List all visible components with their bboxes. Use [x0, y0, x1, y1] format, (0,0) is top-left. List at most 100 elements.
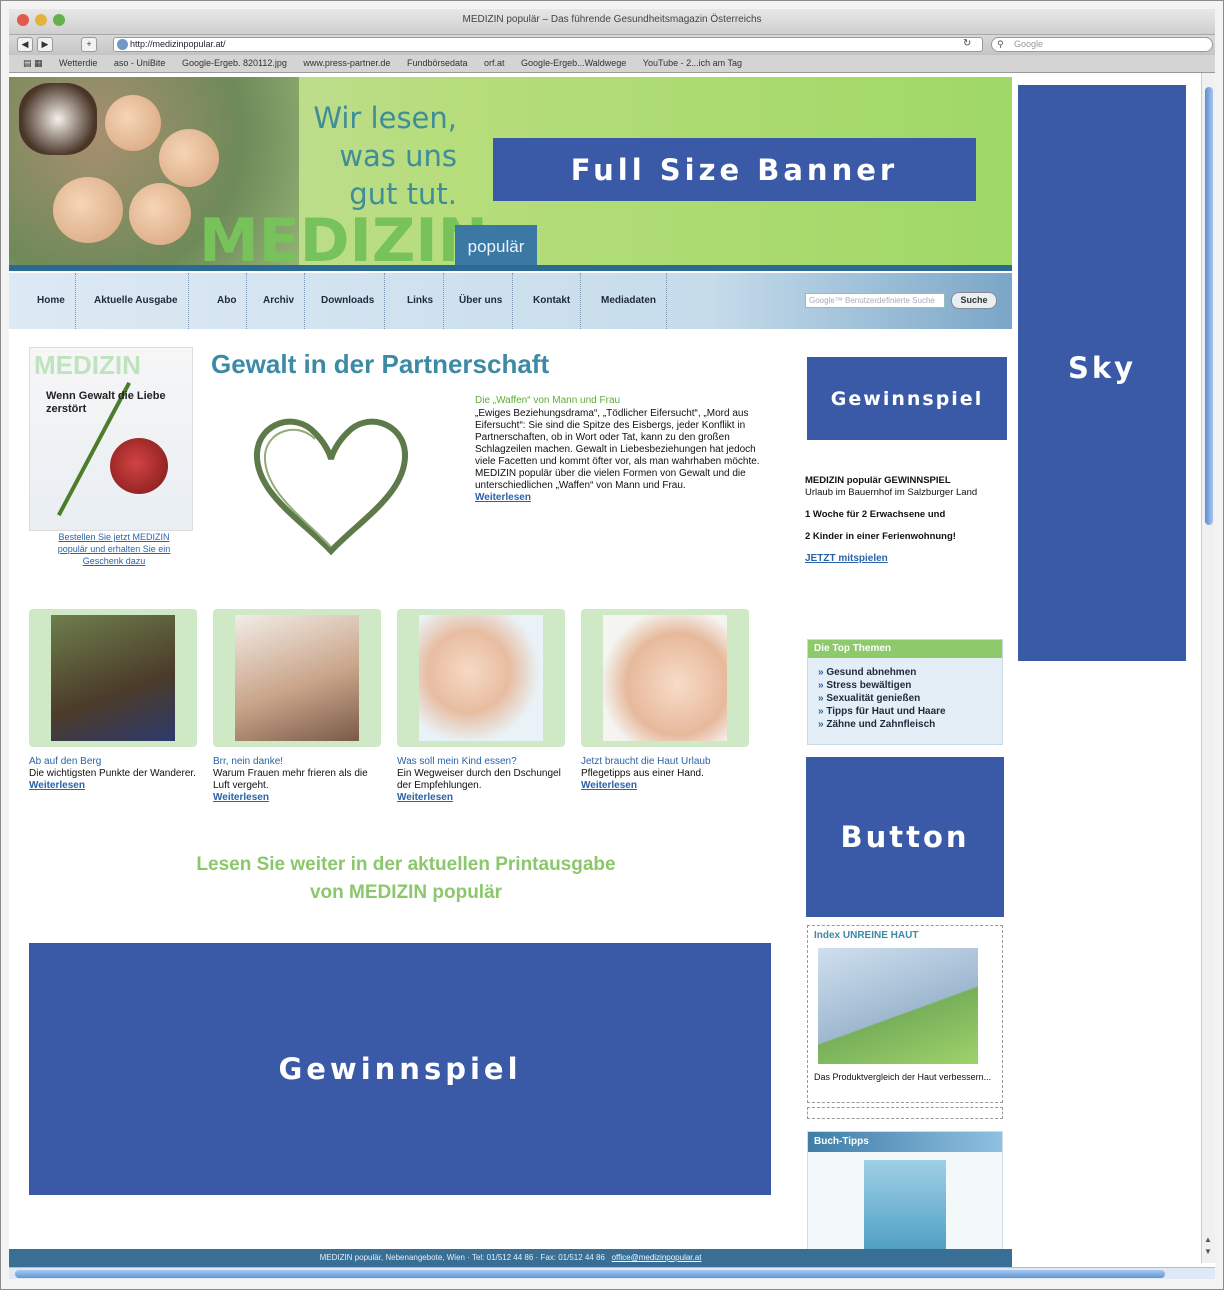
magazine-headline: Wenn Gewalt die Liebe zerstört — [46, 390, 166, 415]
book-tips-box: Buch-Tipps — [807, 1131, 1003, 1252]
skin-product-image — [818, 948, 978, 1064]
bookmark-item[interactable]: Wetterdie — [59, 55, 97, 72]
freezing-woman-image[interactable] — [213, 609, 381, 747]
bookmark-item[interactable]: Google-Ergeb. 820112.jpg — [182, 55, 287, 72]
teaser-more-link[interactable]: Weiterlesen — [213, 792, 381, 803]
search-icon: ⚲ — [997, 39, 1004, 49]
skin-index-heading: Index UNREINE HAUT — [814, 930, 919, 941]
browser-window: MEDIZIN populär – Das führende Gesundhei… — [0, 0, 1224, 1290]
slogan-line: Wir lesen, — [313, 101, 457, 135]
theme-link[interactable]: Tipps für Haut und Haare — [818, 705, 994, 718]
baby-eating-image[interactable] — [397, 609, 565, 747]
teaser-more-link[interactable]: Weiterlesen — [29, 780, 197, 791]
nav-subscription[interactable]: Abo — [207, 273, 248, 329]
page-viewport: Wir lesen, was uns gut tut. MEDIZIN popu… — [9, 73, 1215, 1279]
site-logo[interactable]: MEDIZIN — [199, 209, 488, 269]
book-cover-image[interactable] — [864, 1160, 946, 1252]
button-ad[interactable]: Button — [806, 757, 1004, 917]
footer-email-link[interactable]: office@medizinpopular.at — [612, 1253, 702, 1262]
contest-text: 2 Kinder in einer Ferienwohnung! — [805, 531, 956, 542]
nav-downloads[interactable]: Downloads — [311, 273, 386, 329]
teaser-text: Die wichtigsten Punkte der Wanderer. — [29, 768, 196, 779]
vertical-scrollbar[interactable]: ▲ ▼ — [1201, 73, 1215, 1263]
nav-archive[interactable]: Archiv — [253, 273, 306, 329]
header-slogan: Wir lesen, was uns gut tut. — [267, 99, 457, 213]
teaser-title[interactable]: Jetzt braucht die Haut Urlaub — [581, 755, 749, 768]
article-body: „Ewiges Beziehungsdrama“, „Tödlicher Eif… — [475, 408, 761, 504]
teaser-card[interactable]: Brr, nein danke! Warum Frauen mehr frier… — [213, 609, 381, 803]
nav-current-issue[interactable]: Aktuelle Ausgabe — [84, 273, 189, 329]
bookmark-item[interactable]: Fundbörsedata — [407, 55, 468, 72]
browser-search-input[interactable]: ⚲ Google — [991, 37, 1213, 52]
article-title[interactable]: Gewalt in der Partnerschaft — [211, 349, 549, 380]
hiking-boot-image[interactable] — [29, 609, 197, 747]
scroll-down-icon[interactable]: ▼ — [1204, 1247, 1212, 1256]
teaser-title[interactable]: Ab auf den Berg — [29, 755, 197, 768]
horizontal-scrollbar[interactable] — [9, 1267, 1215, 1279]
gewinnspiel-small-ad[interactable]: Gewinnspiel — [807, 357, 1007, 440]
reload-icon[interactable]: ↻ — [963, 38, 971, 49]
site-search-button[interactable]: Suche — [951, 292, 997, 309]
nav-home[interactable]: Home — [27, 273, 76, 329]
contest-text: 1 Woche für 2 Erwachsene und — [805, 509, 946, 520]
contest-box: MEDIZIN populär GEWINNSPIEL Urlaub im Bau… — [805, 475, 1003, 575]
magazine-cover[interactable]: MEDIZIN Wenn Gewalt die Liebe zerstört — [29, 347, 193, 531]
magazine-title: MEDIZIN — [34, 350, 141, 380]
nav-about[interactable]: Über uns — [449, 273, 514, 329]
teaser-more-link[interactable]: Weiterlesen — [581, 780, 749, 791]
print-edition-note: Lesen Sie weiter in der aktuellen Printa… — [119, 851, 693, 907]
teaser-card[interactable]: Jetzt braucht die Haut Urlaub Pflegetipp… — [581, 609, 749, 791]
skin-index-box[interactable]: Index UNREINE HAUT Das Produktvergleich … — [807, 925, 1003, 1103]
bookmarks-icon[interactable]: ▤ ▦ — [23, 55, 43, 72]
bookmark-item[interactable]: YouTube - 2...ich am Tag — [643, 55, 742, 72]
dog-image — [19, 83, 97, 155]
face-image — [159, 129, 219, 187]
teaser-title[interactable]: Was soll mein Kind essen? — [397, 755, 565, 768]
site-icon — [117, 39, 128, 50]
back-button[interactable]: ◀ — [17, 37, 33, 52]
scrollbar-thumb[interactable] — [1205, 87, 1213, 525]
theme-link[interactable]: Gesund abnehmen — [818, 666, 994, 679]
add-bookmark-button[interactable]: + — [81, 37, 97, 52]
address-bar[interactable]: http://medizinpopular.at/ — [113, 37, 983, 52]
site-logo-sub: populär — [455, 225, 537, 269]
rose-image — [110, 438, 168, 494]
scroll-up-icon[interactable]: ▲ — [1204, 1235, 1212, 1244]
slogan-line: was uns — [339, 139, 457, 173]
theme-link[interactable]: Sexualität genießen — [818, 692, 994, 705]
nav-media-data[interactable]: Mediadaten — [591, 273, 668, 329]
bookmarks-bar: ▤ ▦ Wetterdie aso - UniBite Google-Ergeb… — [9, 55, 1215, 73]
header-divider — [9, 265, 1012, 271]
teaser-more-link[interactable]: Weiterlesen — [397, 792, 565, 803]
gewinnspiel-large-ad[interactable]: Gewinnspiel — [29, 943, 771, 1195]
teaser-card[interactable]: Ab auf den Berg Die wichtigsten Punkte d… — [29, 609, 197, 791]
nav-contact[interactable]: Kontakt — [523, 273, 582, 329]
title-bar: MEDIZIN populär – Das führende Gesundhei… — [9, 9, 1215, 35]
sky-ad[interactable]: Sky — [1018, 85, 1186, 661]
bookmark-item[interactable]: orf.at — [484, 55, 505, 72]
teaser-title[interactable]: Brr, nein danke! — [213, 755, 381, 768]
heart-image — [253, 418, 409, 556]
face-image — [53, 177, 123, 243]
divider — [807, 1107, 1003, 1119]
print-line: Lesen Sie weiter in der aktuellen Printa… — [196, 854, 616, 875]
print-line: von MEDIZIN populär — [309, 882, 503, 903]
site-search-input[interactable]: Google™ Benutzerdefinierte Suche — [805, 293, 945, 308]
bookmark-item[interactable]: aso - UniBite — [114, 55, 166, 72]
bookmark-item[interactable]: Google-Ergeb...Waldwege — [521, 55, 626, 72]
bookmark-item[interactable]: www.press-partner.de — [303, 55, 390, 72]
horizontal-scrollbar-thumb[interactable] — [15, 1270, 1165, 1278]
article-kicker: Die „Waffen“ von Mann und Frau — [475, 395, 621, 406]
teaser-card[interactable]: Was soll mein Kind essen? Ein Wegweiser … — [397, 609, 565, 803]
woman-face-image[interactable] — [581, 609, 749, 747]
magazine-order-link[interactable]: Bestellen Sie jetzt MEDIZIN populär und … — [55, 531, 173, 567]
theme-link[interactable]: Zähne und Zahnfleisch — [818, 718, 994, 731]
forward-button[interactable]: ▶ — [37, 37, 53, 52]
theme-link[interactable]: Stress bewältigen — [818, 679, 994, 692]
face-image — [129, 183, 191, 245]
full-size-banner-ad[interactable]: Full Size Banner — [493, 138, 976, 201]
nav-links[interactable]: Links — [397, 273, 445, 329]
article-more-link[interactable]: Weiterlesen — [475, 492, 531, 503]
contest-link[interactable]: JETZT mitspielen — [805, 553, 888, 564]
book-tips-heading: Buch-Tipps — [808, 1132, 1002, 1152]
